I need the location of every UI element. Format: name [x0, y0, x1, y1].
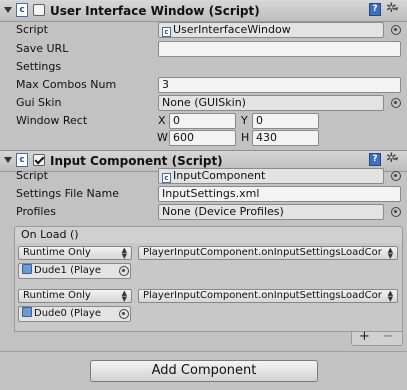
gameobject-icon	[22, 264, 32, 274]
remove-entry-button[interactable]: −	[383, 329, 394, 345]
gui-skin-label: Gui Skin	[16, 96, 62, 109]
dropdown-arrows-icon: ▲ ▼	[121, 246, 127, 260]
window-rect-label: Window Rect	[16, 114, 88, 127]
rect-x-label: X	[158, 114, 166, 127]
rect-y-label: Y	[241, 114, 248, 127]
object-picker-icon[interactable]	[119, 266, 129, 276]
function-dropdown[interactable]: PlayerInputComponent.onInputSettingsLoad…	[138, 289, 398, 303]
gui-skin-field[interactable]: None (GUISkin)	[158, 95, 384, 111]
ui-window-script-field[interactable]: c UserInterfaceWindow	[158, 22, 384, 38]
dropdown-arrows-icon: ▲ ▼	[387, 246, 393, 260]
input-component-title: Input Component (Script)	[50, 154, 223, 168]
script-icon: c	[162, 173, 171, 183]
script-value: InputComponent	[173, 169, 266, 182]
add-entry-button[interactable]: +	[359, 329, 370, 345]
rect-w-label: W	[157, 131, 168, 144]
script-label: Script	[16, 169, 48, 182]
rect-w-input[interactable]: 600	[169, 130, 236, 146]
ui-window-enabled-checkbox[interactable]	[33, 4, 45, 16]
on-load-event-header: On Load ()	[14, 226, 403, 244]
rect-h-label: H	[241, 131, 250, 144]
save-url-label: Save URL	[16, 42, 69, 55]
target-object-field[interactable]: Dude0 (Playe	[18, 306, 131, 322]
target-value: Dude1 (Playe	[34, 265, 101, 276]
gear-icon[interactable]: ✲▾	[386, 1, 398, 17]
object-picker-icon[interactable]	[391, 171, 401, 181]
object-picker-icon[interactable]	[391, 98, 401, 108]
dropdown-value: PlayerInputComponent.onInputSettingsLoad…	[143, 290, 382, 301]
script-value: UserInterfaceWindow	[173, 23, 291, 36]
dropdown-value: Runtime Only	[23, 290, 91, 301]
dropdown-value: Runtime Only	[23, 247, 91, 258]
target-value: Dude0 (Playe	[34, 308, 101, 319]
foldout-arrow-icon[interactable]	[4, 7, 12, 13]
max-combos-label: Max Combos Num	[16, 78, 117, 91]
profiles-field[interactable]: None (Device Profiles)	[158, 204, 384, 220]
dropdown-arrows-icon: ▲ ▼	[121, 289, 127, 303]
settings-label: Settings	[16, 60, 62, 73]
help-book-icon[interactable]: ?	[369, 3, 381, 16]
object-picker-icon[interactable]	[391, 25, 401, 35]
max-combos-input[interactable]: 3	[158, 77, 401, 93]
gameobject-icon	[22, 307, 32, 317]
runtime-mode-dropdown[interactable]: Runtime Only ▲ ▼	[18, 246, 132, 260]
settings-file-input[interactable]: InputSettings.xml	[158, 186, 401, 202]
input-component-enabled-checkbox[interactable]	[33, 154, 45, 166]
script-icon: c	[162, 27, 171, 37]
rect-y-input[interactable]: 0	[252, 113, 319, 129]
help-book-icon[interactable]: ?	[369, 153, 381, 166]
script-label: Script	[16, 23, 48, 36]
foldout-arrow-icon[interactable]	[4, 157, 12, 163]
object-picker-icon[interactable]	[391, 207, 401, 217]
rect-x-input[interactable]: 0	[169, 113, 236, 129]
function-dropdown[interactable]: PlayerInputComponent.onInputSettingsLoad…	[138, 246, 398, 260]
script-icon: c	[16, 153, 28, 167]
object-picker-icon[interactable]	[119, 309, 129, 319]
add-component-button[interactable]: Add Component	[90, 360, 318, 382]
runtime-mode-dropdown[interactable]: Runtime Only ▲ ▼	[18, 289, 132, 303]
save-url-input[interactable]	[158, 41, 401, 57]
profiles-label: Profiles	[16, 205, 56, 218]
rect-h-input[interactable]: 430	[252, 130, 319, 146]
event-list-footer: + −	[351, 329, 403, 346]
target-object-field[interactable]: Dude1 (Playe	[18, 263, 131, 279]
script-icon: c	[16, 3, 28, 17]
ui-window-component-title: User Interface Window (Script)	[50, 4, 260, 18]
divider	[0, 351, 407, 352]
gear-icon[interactable]: ✲▾	[386, 151, 398, 167]
settings-file-label: Settings File Name	[16, 187, 119, 200]
input-script-field[interactable]: c InputComponent	[158, 168, 384, 184]
dropdown-value: PlayerInputComponent.onInputSettingsLoad…	[143, 247, 382, 258]
ui-window-component-header[interactable]: c User Interface Window (Script) ? ✲▾	[0, 0, 407, 22]
dropdown-arrows-icon: ▲ ▼	[387, 289, 393, 303]
